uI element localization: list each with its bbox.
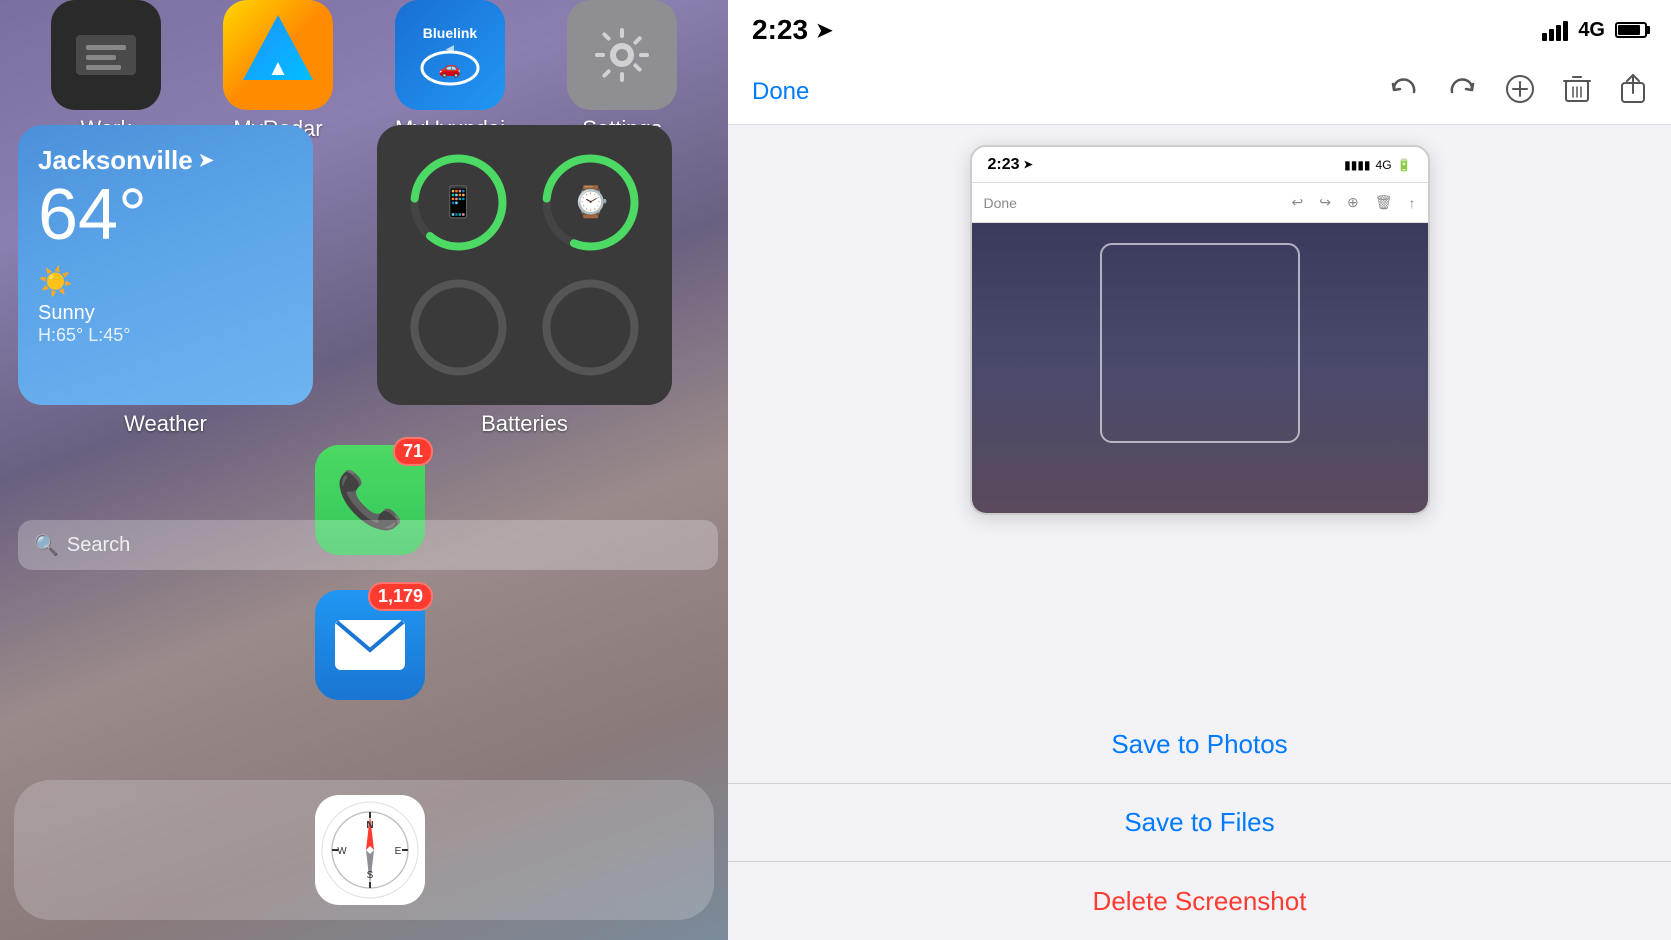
weather-condition: Sunny <box>38 302 293 325</box>
svg-text:Bluelink: Bluelink <box>423 25 478 41</box>
mail-icon-wrap[interactable]: 1,179 <box>315 590 425 700</box>
weather-widget[interactable]: Jacksonville ➤ 64° ☀️ Sunny H:65° L:45° … <box>18 125 313 405</box>
preview-content-area <box>972 223 1428 513</box>
batteries-widget-label: Batteries <box>481 411 568 437</box>
battery-status-icon <box>1615 22 1647 38</box>
myhyundai-app-icon[interactable]: Bluelink ◀ 🚗 <box>395 0 505 110</box>
search-magnifier-icon: 🔍 <box>34 533 59 558</box>
svg-text:N: N <box>366 820 373 831</box>
location-icon: ➤ <box>816 18 833 43</box>
share-button[interactable] <box>1619 73 1647 112</box>
editor-toolbar: Done <box>728 60 1671 125</box>
preview-redo-icon: ↪ <box>1319 194 1331 211</box>
top-apps-row: Work ▲ <box>0 0 728 142</box>
status-bar: 2:23 ➤ 4G <box>728 0 1671 60</box>
safari-app[interactable]: N S W E <box>315 795 425 905</box>
save-to-files-button[interactable]: Save to Files <box>728 784 1671 862</box>
toolbar-actions <box>1389 73 1647 112</box>
left-panel: Work ▲ <box>0 0 728 940</box>
preview-status-icons: ▮▮▮▮ 4G 🔋 <box>1344 158 1411 172</box>
batteries-widget[interactable]: 📱 ⌚ Batteries <box>377 125 672 405</box>
svg-text:🚗: 🚗 <box>439 58 461 78</box>
undo-button[interactable] <box>1389 74 1419 111</box>
preview-time: 2:23 ➤ <box>988 156 1033 174</box>
svg-text:W: W <box>337 846 347 857</box>
action-sheet: Save to Photos Save to Files Delete Scre… <box>728 706 1671 940</box>
preview-status-bar: 2:23 ➤ ▮▮▮▮ 4G 🔋 <box>972 147 1428 183</box>
signal-bars <box>1542 19 1568 41</box>
preview-undo-icon: ↩ <box>1292 194 1304 211</box>
preview-toolbar: Done ↩ ↪ ⊕ 🗑 ↑ <box>972 183 1428 223</box>
phone-badge: 71 <box>393 437 433 466</box>
preview-signal-icon: ▮▮▮▮ <box>1344 158 1370 172</box>
sun-icon: ☀️ <box>38 265 293 298</box>
preview-done-label: Done <box>984 195 1017 211</box>
mail-app[interactable]: 1,179 <box>315 590 425 700</box>
weather-temperature: 64° <box>38 176 293 255</box>
mail-badge: 1,179 <box>368 582 433 611</box>
safari-app-icon[interactable]: N S W E <box>315 795 425 905</box>
app-myhyundai[interactable]: Bluelink ◀ 🚗 MyHyundai <box>370 0 530 142</box>
search-bar[interactable]: 🔍 Search <box>18 520 718 570</box>
app-myradar[interactable]: ▲ MyRadar <box>198 0 358 142</box>
preview-battery-icon: 🔋 <box>1397 158 1412 172</box>
preview-markup-icon: ⊕ <box>1347 194 1359 211</box>
location-arrow-icon: ➤ <box>199 150 214 171</box>
done-button[interactable]: Done <box>752 78 809 106</box>
svg-text:E: E <box>395 846 402 857</box>
redo-button[interactable] <box>1447 74 1477 111</box>
delete-screenshot-button[interactable]: Delete Screenshot <box>728 862 1671 940</box>
preview-share-icon: ↑ <box>1409 195 1416 211</box>
settings-app-icon[interactable] <box>567 0 677 110</box>
delete-button[interactable] <box>1563 74 1591 111</box>
weather-hilo: H:65° L:45° <box>38 325 293 346</box>
watch-battery: ⌚ <box>538 150 643 255</box>
markup-button[interactable] <box>1505 74 1535 111</box>
signal-bar-1 <box>1542 33 1547 41</box>
right-panel: 2:23 ➤ 4G Done <box>728 0 1671 940</box>
weather-city: Jacksonville ➤ <box>38 145 293 176</box>
status-time: 2:23 ➤ <box>752 14 833 46</box>
signal-bar-3 <box>1556 25 1561 41</box>
svg-text:▲: ▲ <box>267 55 289 80</box>
battery-empty-1 <box>406 275 511 380</box>
save-to-photos-button[interactable]: Save to Photos <box>728 706 1671 784</box>
battery-empty-2 <box>538 275 643 380</box>
preview-inner-device-frame <box>1100 243 1300 443</box>
preview-location-icon: ➤ <box>1024 158 1033 171</box>
signal-type-label: 4G <box>1578 19 1605 42</box>
signal-bar-4 <box>1563 21 1568 41</box>
signal-bar-2 <box>1549 29 1554 41</box>
app-settings[interactable]: Settings <box>542 0 702 142</box>
status-icons: 4G <box>1542 19 1647 42</box>
myradar-app-icon[interactable]: ▲ <box>223 0 333 110</box>
app-work[interactable]: Work <box>26 0 186 142</box>
search-label: Search <box>67 534 130 557</box>
preview-delete-icon: 🗑 <box>1375 194 1393 211</box>
svg-text:S: S <box>367 870 374 881</box>
preview-toolbar-actions: ↩ ↪ ⊕ 🗑 ↑ <box>1292 194 1416 211</box>
phone-battery: 📱 <box>406 150 511 255</box>
work-app-icon[interactable] <box>51 0 161 110</box>
weather-widget-label: Weather <box>124 411 207 437</box>
screenshot-preview: 2:23 ➤ ▮▮▮▮ 4G 🔋 Done ↩ ↪ ⊕ 🗑 ↑ <box>970 145 1430 515</box>
battery-fill <box>1618 25 1640 35</box>
